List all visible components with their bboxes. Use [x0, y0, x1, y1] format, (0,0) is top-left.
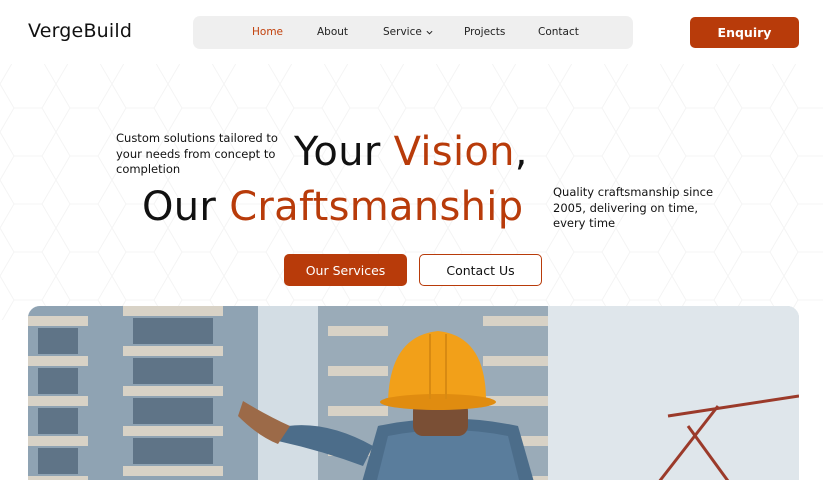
hero-side-text-right: Quality craftsmanship since 2005, delive…: [553, 185, 714, 230]
hero-image: [28, 306, 799, 480]
nav-item-contact[interactable]: Contact: [538, 26, 579, 38]
nav-item-projects[interactable]: Projects: [464, 26, 505, 38]
nav-item-service[interactable]: Service: [383, 26, 433, 38]
nav-item-home[interactable]: Home: [252, 26, 283, 38]
nav-item-label: Projects: [464, 26, 506, 38]
nav-item-label: About: [317, 26, 349, 38]
site-header: VergeBuild Home About Service Projects C…: [0, 0, 823, 64]
hero-headline-line2: Our Craftsmanship: [142, 184, 523, 230]
hero-side-text-left: Custom solutions tailored to your needs …: [116, 131, 278, 176]
our-services-button[interactable]: Our Services: [284, 254, 407, 286]
enquiry-button[interactable]: Enquiry: [690, 17, 799, 48]
headline-text: Your: [294, 129, 394, 175]
nav-item-label: Contact: [538, 26, 579, 38]
brand-logo[interactable]: VergeBuild: [28, 20, 132, 42]
headline-text: Our: [142, 184, 230, 230]
main-nav: Home About Service Projects Contact: [193, 16, 633, 49]
headline-accent: Vision: [393, 129, 515, 175]
nav-item-label: Home: [252, 26, 284, 38]
contact-us-button[interactable]: Contact Us: [419, 254, 542, 286]
nav-item-about[interactable]: About: [317, 26, 348, 38]
hero-headline-line1: Your Vision,: [294, 129, 528, 175]
construction-worker-illustration: [28, 306, 799, 480]
headline-accent: Craftsmanship: [229, 184, 524, 230]
headline-suffix: ,: [514, 129, 528, 175]
nav-item-label: Service: [383, 26, 422, 38]
chevron-down-icon: [426, 30, 433, 35]
